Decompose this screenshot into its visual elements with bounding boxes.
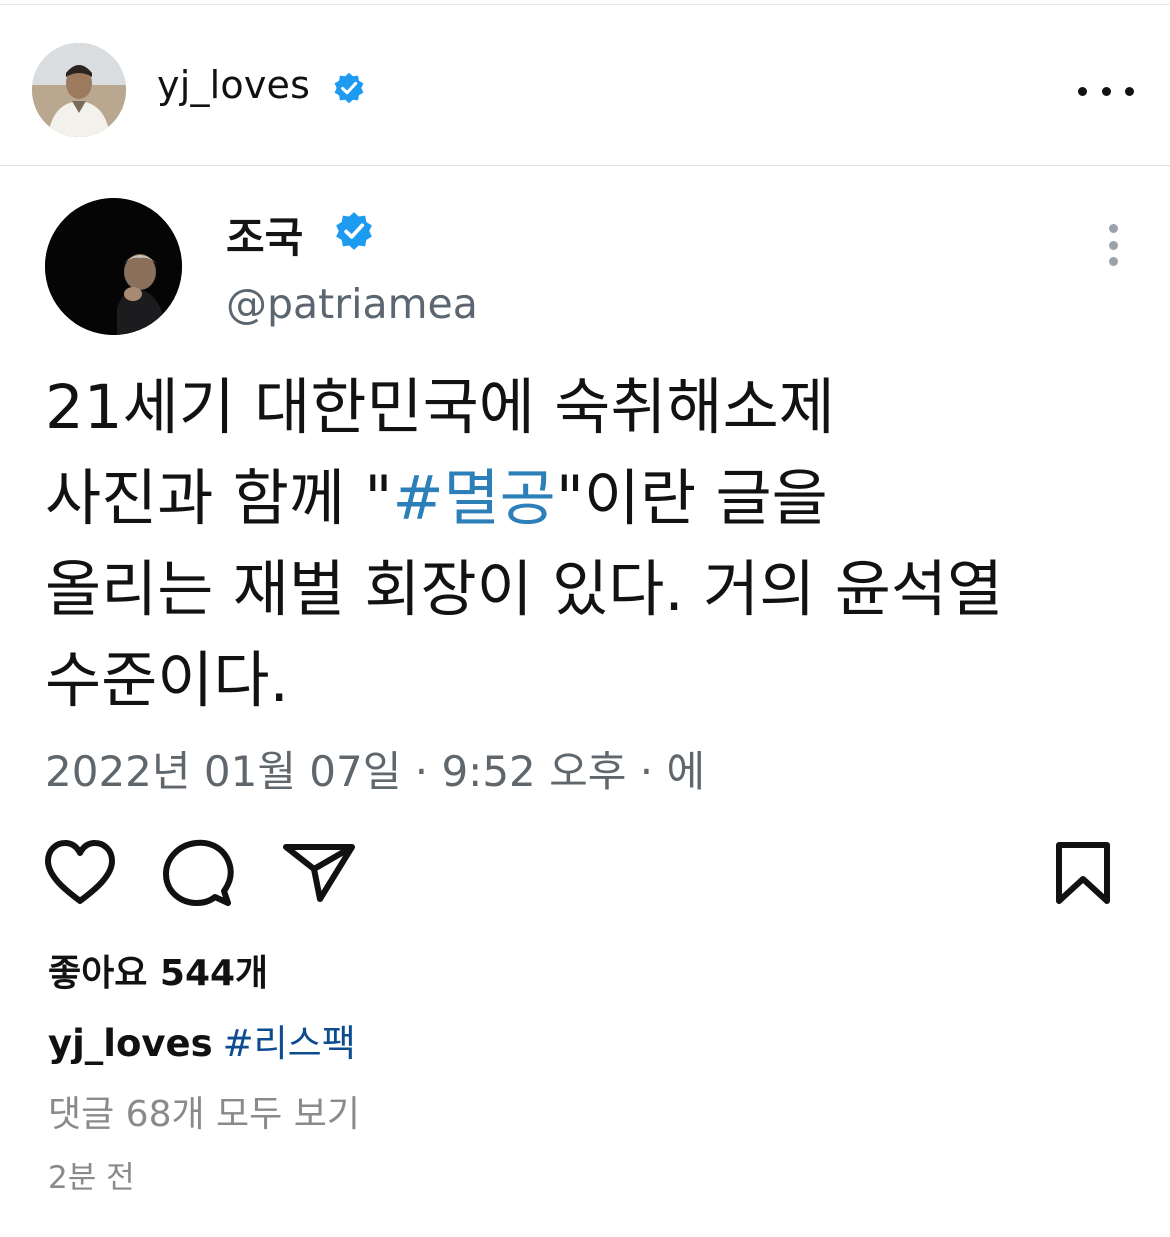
tweet-text-line: 올리는 재벌 회장이 있다. 거의 윤석열: [45, 554, 1004, 625]
tweet-hashtag: #멸공: [392, 463, 556, 534]
tweet-author-name: 조국: [226, 213, 304, 262]
share-icon[interactable]: [280, 835, 360, 910]
post-username[interactable]: yj_loves: [157, 63, 310, 107]
caption-hashtag[interactable]: #리스팩: [223, 1022, 356, 1065]
header-divider: [0, 165, 1170, 166]
bookmark-icon[interactable]: [1048, 839, 1118, 914]
verified-badge-icon: [334, 72, 364, 104]
tweet-text-line: 수준이다.: [45, 645, 289, 716]
more-options-button[interactable]: [1078, 71, 1134, 111]
more-horizontal-icon: [1125, 86, 1134, 96]
post-caption: yj_loves #리스팩: [48, 1013, 356, 1067]
heart-icon[interactable]: [40, 835, 120, 910]
caption-username[interactable]: yj_loves: [48, 1022, 213, 1065]
comment-icon[interactable]: [158, 835, 238, 910]
more-horizontal-icon: [1101, 86, 1111, 96]
post-timestamp: 2분 전: [48, 1160, 135, 1196]
more-horizontal-icon: [1078, 86, 1087, 96]
tweet-handle: @patriamea: [226, 280, 478, 328]
profile-avatar[interactable]: [32, 43, 126, 137]
tweet-profile-photo: [45, 198, 182, 335]
tweet-text: 21세기 대한민국에 숙취해소제 사진과 함께 "#멸공"이란 글을 올리는 재…: [45, 362, 1145, 726]
action-bar: [0, 835, 1170, 915]
view-all-comments-link[interactable]: 댓글 68개 모두 보기: [48, 1085, 360, 1137]
tweet-avatar: [45, 198, 182, 335]
likes-count[interactable]: 좋아요 544개: [48, 944, 268, 996]
tweet-text-line: 21세기 대한민국에 숙취해소제: [45, 372, 835, 443]
tweet-more-icon: [1104, 224, 1122, 266]
profile-photo: [32, 43, 126, 137]
tweet-date: 2022년 01월 07일 · 9:52 오후 · 에: [45, 747, 706, 796]
tweet-verified-badge-icon: [336, 212, 372, 250]
tweet-text-line: 사진과 함께 "#멸공"이란 글을: [45, 463, 828, 534]
post-header: yj_loves: [0, 5, 1170, 165]
